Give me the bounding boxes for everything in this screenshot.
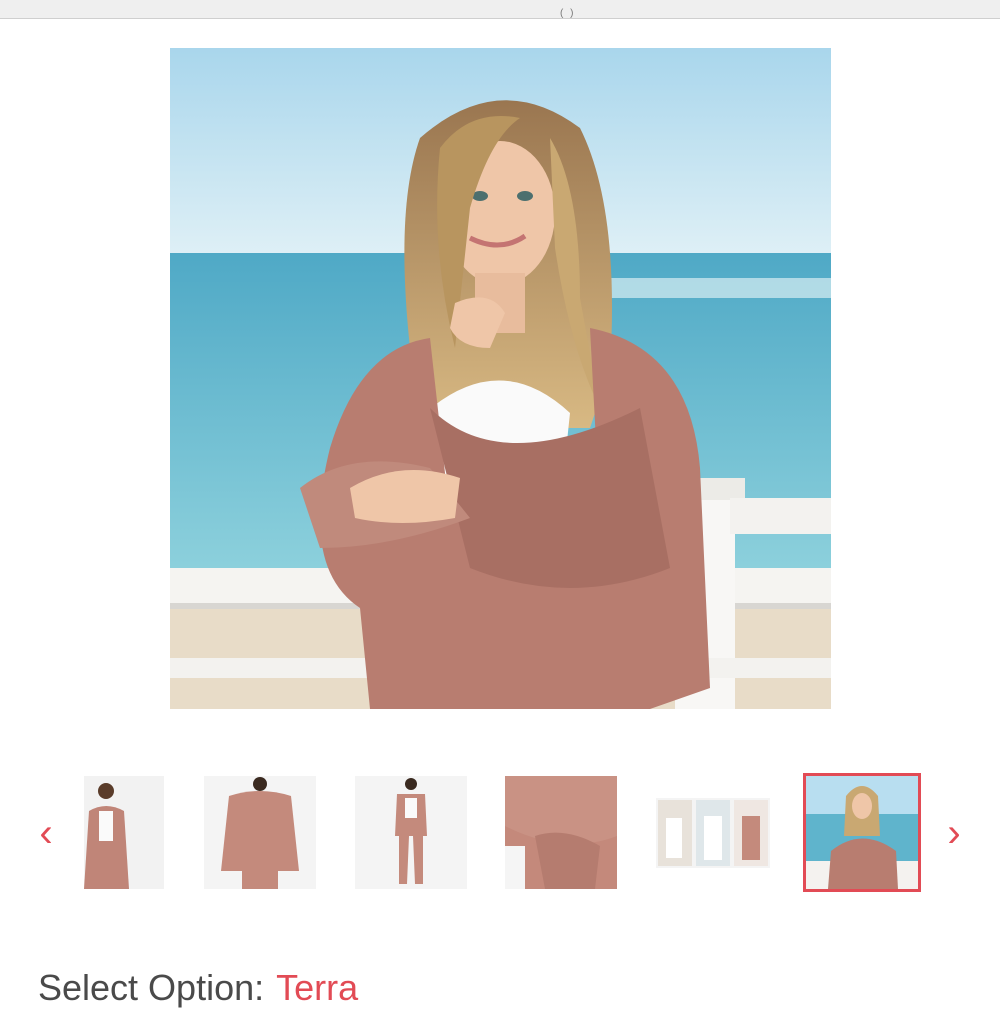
browser-top-bar: ( ) bbox=[0, 0, 1000, 19]
selected-option-value: Terra bbox=[276, 967, 359, 1008]
thumbnail-3[interactable] bbox=[355, 776, 467, 889]
select-option-row: Select Option: Terra bbox=[38, 966, 359, 1008]
thumbnail-6-selected[interactable] bbox=[803, 773, 921, 892]
thumbnail-2[interactable] bbox=[204, 776, 316, 889]
main-product-image[interactable] bbox=[170, 48, 831, 709]
select-option-label: Select Option: bbox=[38, 967, 265, 1008]
chevron-left-icon[interactable]: ‹ bbox=[32, 812, 60, 854]
chevron-right-icon[interactable]: › bbox=[940, 812, 968, 854]
thumbnail-5[interactable] bbox=[656, 798, 770, 868]
header-cut-text: ( ) bbox=[560, 8, 576, 18]
thumbnail-4[interactable] bbox=[505, 776, 617, 889]
thumbnail-1[interactable] bbox=[84, 776, 164, 889]
